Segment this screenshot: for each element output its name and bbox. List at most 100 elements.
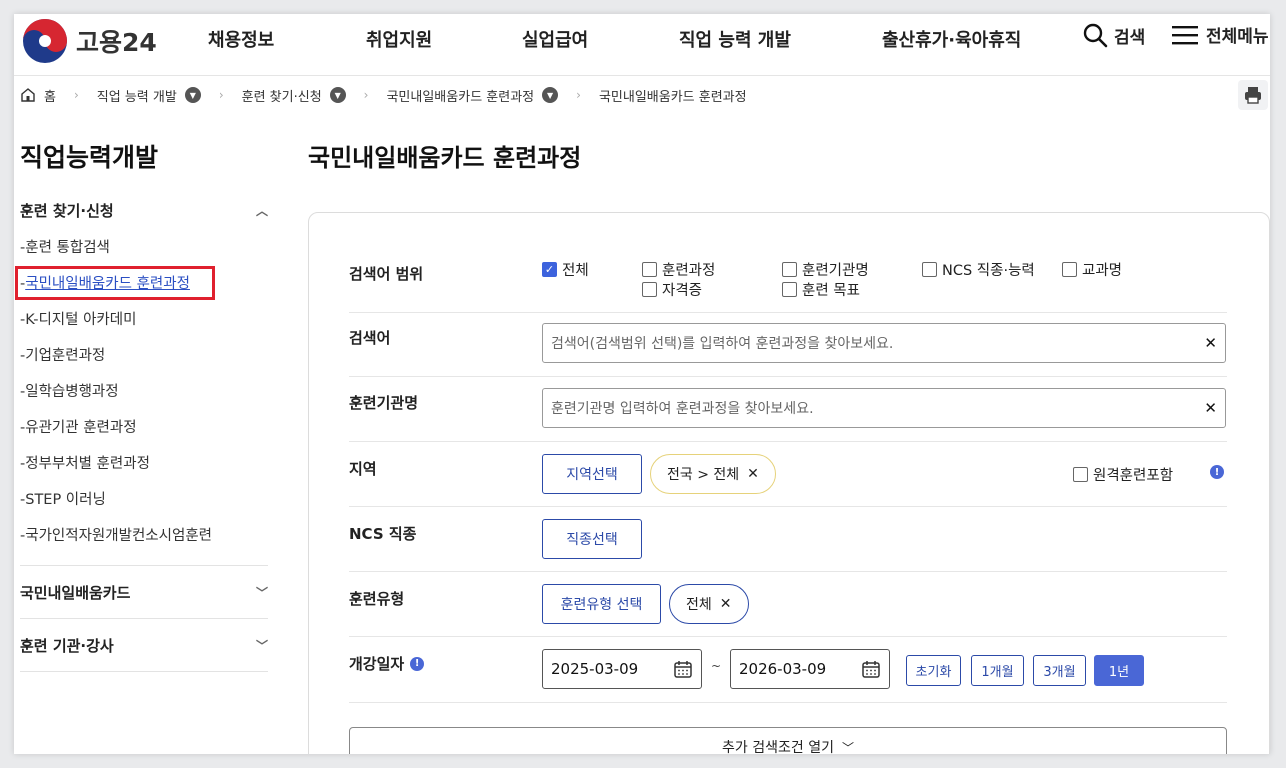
calendar-icon[interactable] bbox=[861, 659, 881, 679]
region-select-button[interactable]: 지역선택 bbox=[542, 454, 642, 494]
sidebar-item-integrated-search[interactable]: -훈련 통합검색 bbox=[20, 236, 110, 257]
checkbox-label: NCS 직종·능력 bbox=[942, 263, 1035, 279]
checkbox-label: 훈련기관명 bbox=[802, 263, 869, 279]
all-menu-label: 전체메뉴 bbox=[1206, 27, 1269, 47]
training-type-select-button[interactable]: 훈련유형 선택 bbox=[542, 584, 661, 624]
logo-text: 고용24 bbox=[76, 28, 157, 57]
page-title: 국민내일배움카드 훈련과정 bbox=[308, 144, 582, 172]
chevron-down-icon[interactable]: ▼ bbox=[184, 87, 201, 103]
breadcrumb-item-2[interactable]: 훈련 찾기·신청 ▼ bbox=[242, 86, 346, 105]
search-icon bbox=[1083, 23, 1108, 48]
checkbox-label: 원격훈련포함 bbox=[1093, 468, 1174, 484]
scope-label: 검색어 범위 bbox=[349, 265, 424, 283]
date-1month-button[interactable]: 1개월 bbox=[971, 655, 1024, 686]
close-icon[interactable]: ✕ bbox=[720, 596, 732, 612]
scope-certificate-checkbox[interactable]: 자격증 bbox=[642, 279, 702, 300]
nav-employment-support[interactable]: 취업지원 bbox=[366, 26, 432, 52]
sidebar-group-naeil-card[interactable]: 국민내일배움카드 ﹀ bbox=[20, 582, 268, 603]
divider bbox=[20, 618, 268, 619]
date-reset-button[interactable]: 초기화 bbox=[906, 655, 961, 686]
keyword-label: 검색어 bbox=[349, 329, 391, 347]
ncs-select-button[interactable]: 직종선택 bbox=[542, 519, 642, 559]
breadcrumb-home-label: 홈 bbox=[44, 89, 56, 105]
breadcrumb-current: 국민내일배움카드 훈련과정 bbox=[599, 86, 747, 105]
remote-training-checkbox[interactable]: 원격훈련포함 bbox=[1073, 464, 1173, 485]
sidebar-item-consortium[interactable]: -국가인적자원개발컨소시엄훈련 bbox=[20, 524, 212, 545]
logo[interactable]: 고용24 bbox=[22, 18, 157, 64]
region-chip: 전국 > 전체 ✕ bbox=[650, 454, 776, 494]
info-icon[interactable]: ! bbox=[410, 656, 425, 671]
sidebar-item-label: 훈련 통합검색 bbox=[25, 240, 110, 256]
institution-placeholder: 훈련기관명 입력하여 훈련과정을 찾아보세요. bbox=[551, 401, 814, 417]
header-search-button[interactable]: 검색 bbox=[1082, 22, 1145, 48]
sidebar-title: 직업능력개발 bbox=[20, 143, 159, 172]
nav-parental-leave[interactable]: 출산휴가·육아휴직 bbox=[882, 26, 1021, 52]
scope-course-checkbox[interactable]: 훈련과정 bbox=[642, 259, 715, 280]
sidebar-item-k-digital[interactable]: -K-디지털 아카데미 bbox=[20, 308, 136, 329]
institution-row: 훈련기관명 훈련기관명 입력하여 훈련과정을 찾아보세요. ✕ bbox=[349, 377, 1227, 442]
start-date-label-text: 개강일자 bbox=[349, 655, 405, 673]
nav-unemployment-benefit[interactable]: 실업급여 bbox=[522, 26, 588, 52]
end-date-input[interactable]: 2026-03-09 bbox=[730, 649, 890, 689]
more-conditions-button[interactable]: 추가 검색조건 열기 ﹀ bbox=[349, 727, 1227, 754]
start-date-input[interactable]: 2025-03-09 bbox=[542, 649, 702, 689]
search-form: 검색어 범위 ✓ 전체 훈련과정 훈련기관명 NCS 직종·능력 교과명 자격증 … bbox=[308, 212, 1270, 754]
sidebar-item-step-elearning[interactable]: -STEP 이러닝 bbox=[20, 488, 106, 509]
sidebar-item-label: K-디지털 아카데미 bbox=[25, 312, 137, 328]
sidebar-group-training-search[interactable]: 훈련 찾기·신청 ︿ bbox=[20, 200, 268, 221]
nav-vocational-training[interactable]: 직업 능력 개발 bbox=[679, 26, 791, 52]
clear-icon[interactable]: ✕ bbox=[1204, 334, 1217, 352]
breadcrumb-item-1[interactable]: 직업 능력 개발 ▼ bbox=[97, 86, 201, 105]
chevron-right-icon: › bbox=[363, 88, 369, 102]
active-item-highlight bbox=[15, 266, 215, 300]
date-3month-button[interactable]: 3개월 bbox=[1033, 655, 1086, 686]
sidebar-group-label: 훈련 기관·강사 bbox=[20, 637, 114, 655]
training-type-chip-label: 전체 bbox=[686, 597, 712, 613]
sidebar-group-label: 훈련 찾기·신청 bbox=[20, 202, 114, 220]
checkbox-label: 교과명 bbox=[1082, 263, 1123, 279]
more-conditions-label: 추가 검색조건 열기 bbox=[722, 740, 834, 754]
training-type-row: 훈련유형 훈련유형 선택 전체 ✕ bbox=[349, 572, 1227, 637]
clear-icon[interactable]: ✕ bbox=[1204, 399, 1217, 417]
checkbox-label: 자격증 bbox=[662, 283, 703, 299]
chevron-down-icon[interactable]: ▼ bbox=[329, 87, 346, 103]
training-type-chip: 전체 ✕ bbox=[669, 584, 749, 624]
date-1year-button[interactable]: 1년 bbox=[1094, 655, 1144, 686]
breadcrumb-item-3[interactable]: 국민내일배움카드 훈련과정 ▼ bbox=[386, 86, 559, 105]
institution-input[interactable]: 훈련기관명 입력하여 훈련과정을 찾아보세요. ✕ bbox=[542, 388, 1226, 428]
all-menu-button[interactable]: 전체메뉴 bbox=[1172, 22, 1269, 47]
sidebar-item-label: 국가인적자원개발컨소시엄훈련 bbox=[25, 528, 212, 544]
print-button[interactable] bbox=[1238, 80, 1268, 110]
keyword-input[interactable]: 검색어(검색범위 선택)를 입력하여 훈련과정을 찾아보세요. ✕ bbox=[542, 323, 1226, 363]
checkbox-box bbox=[922, 262, 937, 277]
chevron-down-icon[interactable]: ▼ bbox=[542, 87, 559, 103]
sidebar-item-work-study[interactable]: -일학습병행과정 bbox=[20, 380, 119, 401]
training-type-label: 훈련유형 bbox=[349, 590, 405, 608]
keyword-placeholder: 검색어(검색범위 선택)를 입력하여 훈련과정을 찾아보세요. bbox=[551, 336, 894, 352]
close-icon[interactable]: ✕ bbox=[747, 466, 759, 482]
sidebar-item-label: 유관기관 훈련과정 bbox=[25, 420, 137, 436]
scope-goal-checkbox[interactable]: 훈련 목표 bbox=[782, 279, 860, 300]
ncs-label: NCS 직종 bbox=[349, 525, 417, 543]
breadcrumb-label: 국민내일배움카드 훈련과정 bbox=[386, 89, 535, 105]
scope-ncs-checkbox[interactable]: NCS 직종·능력 bbox=[922, 259, 1035, 280]
scope-institution-checkbox[interactable]: 훈련기관명 bbox=[782, 259, 869, 280]
nav-jobs[interactable]: 채용정보 bbox=[208, 26, 274, 52]
sidebar-item-ministry-course[interactable]: -정부부처별 훈련과정 bbox=[20, 452, 150, 473]
scope-all-checkbox[interactable]: ✓ 전체 bbox=[542, 259, 589, 280]
chevron-down-icon: ﹀ bbox=[255, 586, 268, 600]
calendar-icon[interactable] bbox=[673, 659, 693, 679]
sidebar-group-institution-instructor[interactable]: 훈련 기관·강사 ﹀ bbox=[20, 635, 268, 656]
breadcrumb-home[interactable]: 홈 bbox=[20, 86, 56, 105]
scope-subject-checkbox[interactable]: 교과명 bbox=[1062, 259, 1122, 280]
divider bbox=[20, 671, 268, 672]
checkbox-box bbox=[642, 262, 657, 277]
sidebar-item-company-training[interactable]: -기업훈련과정 bbox=[20, 344, 105, 365]
info-icon[interactable]: ! bbox=[1210, 465, 1224, 479]
sidebar-item-related-institution[interactable]: -유관기관 훈련과정 bbox=[20, 416, 137, 437]
chevron-right-icon: › bbox=[73, 88, 79, 102]
taegeuk-logo-icon bbox=[23, 19, 67, 63]
start-date-value: 2025-03-09 bbox=[551, 660, 639, 678]
ncs-row: NCS 직종 직종선택 bbox=[349, 507, 1227, 572]
chevron-down-icon: ﹀ bbox=[841, 740, 854, 755]
